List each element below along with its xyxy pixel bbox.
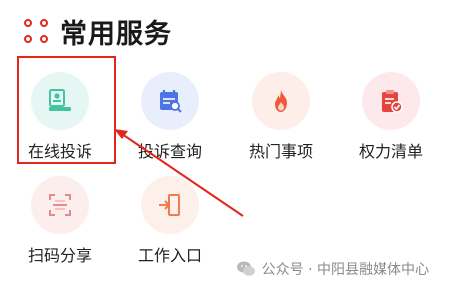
wechat-icon xyxy=(236,261,255,276)
watermark: 公众号 · 中阳县融媒体中心 xyxy=(236,259,429,279)
watermark-text: 公众号 · 中阳县融媒体中心 xyxy=(261,262,429,278)
annotation-arrow xyxy=(114,129,244,217)
